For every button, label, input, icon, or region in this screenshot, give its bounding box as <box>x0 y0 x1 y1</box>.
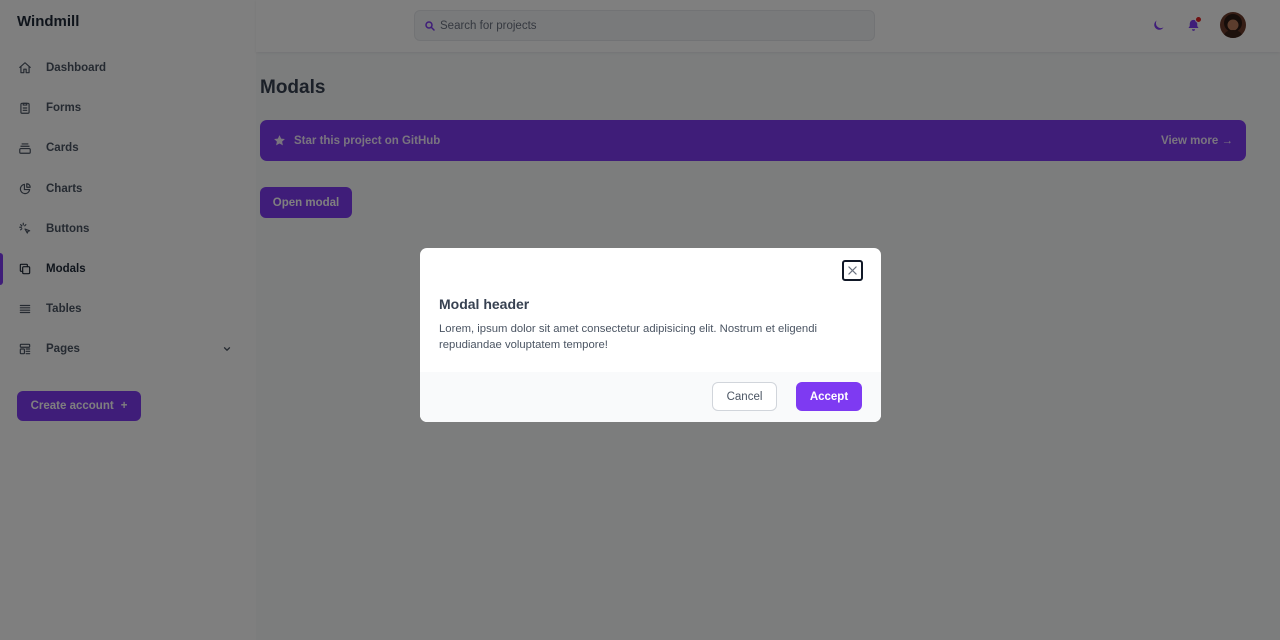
modal-close-button[interactable] <box>842 260 863 281</box>
close-icon <box>848 266 857 275</box>
accept-button[interactable]: Accept <box>796 382 862 411</box>
modal-footer: Cancel Accept <box>420 372 881 422</box>
modal-dialog: Modal header Lorem, ipsum dolor sit amet… <box>420 248 881 422</box>
cancel-button[interactable]: Cancel <box>712 382 777 411</box>
modal-body-text: Lorem, ipsum dolor sit amet consectetur … <box>439 323 817 351</box>
modal-title: Modal header <box>439 296 530 312</box>
